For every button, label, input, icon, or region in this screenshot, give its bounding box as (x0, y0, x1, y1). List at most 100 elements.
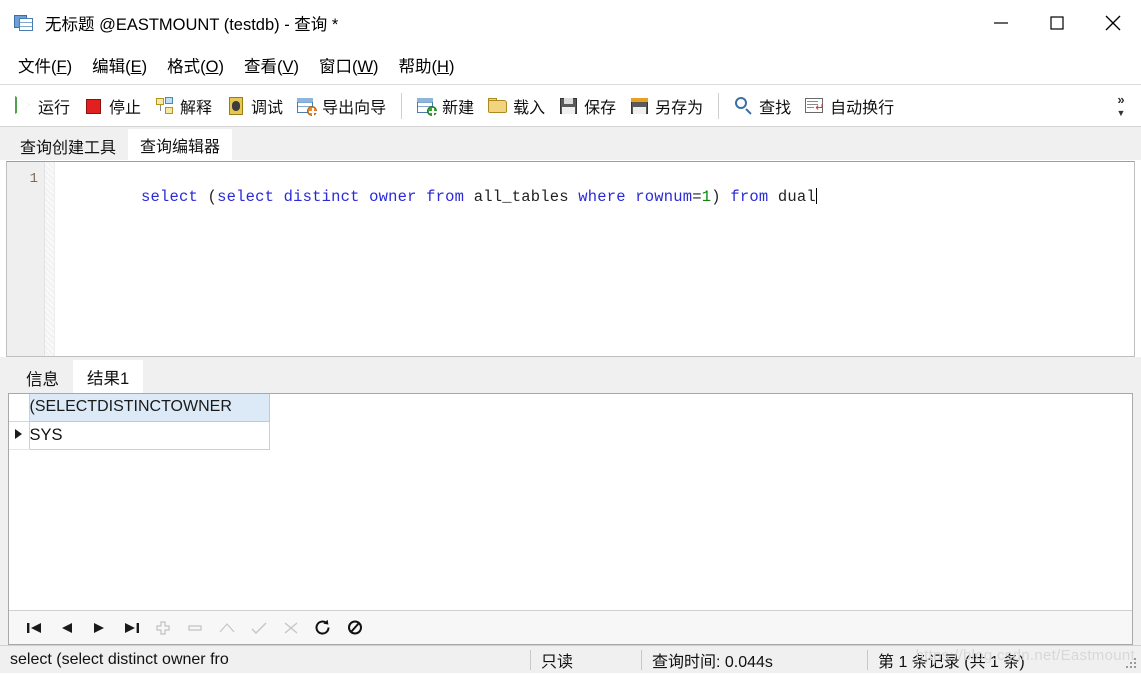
status-record-position: 第 1 条记录 (共 1 条) (878, 653, 1025, 671)
post-edit-icon[interactable] (243, 614, 275, 642)
debug-button-label: 调试 (251, 99, 284, 117)
debug-icon (226, 96, 246, 116)
next-record-icon[interactable] (83, 614, 115, 642)
editor-tab-strip: 查询创建工具 查询编辑器 (0, 127, 1141, 161)
window-title: 无标题 @EASTMOUNT (testdb) - 查询 * (45, 15, 339, 34)
export-wizard-button[interactable]: 导出向导 (290, 89, 393, 123)
edit-record-icon[interactable] (211, 614, 243, 642)
menu-format-key: O (205, 57, 219, 76)
menu-format[interactable]: 格式(O) (157, 50, 234, 80)
new-button-label: 新建 (442, 99, 475, 117)
save-as-button-label: 另存为 (655, 99, 704, 117)
search-button[interactable]: 查找 (727, 89, 798, 123)
status-query-time: 查询时间: 0.044s (652, 653, 773, 671)
sql-token: where (578, 188, 626, 206)
sql-token: all_tables (473, 188, 569, 206)
window-controls (973, 0, 1141, 45)
open-button[interactable]: 载入 (481, 89, 552, 123)
explain-button-label: 解释 (180, 99, 213, 117)
tab-sql-editor[interactable]: 查询编辑器 (128, 129, 233, 161)
word-wrap-icon: ↵ (805, 96, 825, 116)
chevron-double-right-icon: » (1117, 92, 1125, 107)
result-tab-strip: 信息 结果1 (0, 357, 1141, 393)
new-button[interactable]: 新建 (410, 89, 481, 123)
save-icon (559, 96, 579, 116)
export-wizard-button-label: 导出向导 (322, 99, 387, 117)
debug-button[interactable]: 调试 (219, 89, 290, 123)
stop-loading-icon[interactable] (339, 614, 371, 642)
result-grid-scroll[interactable]: (SELECTDISTINCTOWNER SYS (9, 394, 1132, 610)
pl-sql-developer-window: 无标题 @EASTMOUNT (testdb) - 查询 * 文件(F) 编辑(… (0, 0, 1141, 673)
save-as-icon (630, 96, 650, 116)
tab-result-1[interactable]: 结果1 (73, 360, 144, 393)
toolbar-overflow-button[interactable]: » ▼ (1107, 87, 1135, 125)
stop-button-label: 停止 (109, 99, 142, 117)
menu-help-key: H (437, 57, 449, 76)
prev-record-icon[interactable] (51, 614, 83, 642)
delete-record-icon[interactable] (179, 614, 211, 642)
word-wrap-button-label: 自动换行 (830, 99, 895, 117)
table-row[interactable]: SYS (9, 421, 270, 450)
explain-button[interactable]: 解释 (148, 89, 219, 123)
current-row-icon (9, 421, 30, 450)
tab-messages[interactable]: 信息 (12, 362, 73, 393)
menu-edit-label: 编辑 (92, 57, 126, 76)
word-wrap-button[interactable]: ↵ 自动换行 (798, 89, 901, 123)
sql-token: dual (777, 188, 816, 206)
sql-token: from (730, 188, 769, 206)
close-button[interactable] (1085, 0, 1141, 45)
sql-token: select (217, 188, 275, 206)
menu-edit[interactable]: 编辑(E) (82, 50, 157, 80)
maximize-button[interactable] (1029, 0, 1085, 45)
result-grid: (SELECTDISTINCTOWNER SYS (8, 393, 1133, 645)
main-toolbar: 运行 停止 解释 调试 导出向导 新建 载入 保存 另存为 查找 ↵ 自动换行 … (0, 85, 1141, 127)
status-readonly: 只读 (541, 653, 574, 671)
first-record-icon[interactable] (19, 614, 51, 642)
minimize-button[interactable] (973, 0, 1029, 45)
sql-code-line[interactable]: select (select distinct owner from all_t… (55, 162, 1134, 356)
menu-window[interactable]: 窗口(W) (309, 50, 389, 80)
column-header-owner[interactable]: (SELECTDISTINCTOWNER (29, 394, 270, 422)
stop-button[interactable]: 停止 (77, 89, 148, 123)
title-bar: 无标题 @EASTMOUNT (testdb) - 查询 * (0, 0, 1141, 45)
last-record-icon[interactable] (115, 614, 147, 642)
menu-edit-key: E (130, 57, 142, 76)
run-button[interactable]: 运行 (6, 89, 77, 123)
tab-result-1-label: 结果1 (87, 369, 130, 388)
cell-owner[interactable]: SYS (29, 421, 270, 450)
menu-window-label: 窗口 (318, 57, 352, 76)
save-button[interactable]: 保存 (552, 89, 623, 123)
sql-token: from (426, 188, 465, 206)
export-wizard-icon (297, 96, 318, 116)
text-caret (815, 188, 817, 204)
sql-token: 1 (701, 188, 712, 206)
sql-token: select (141, 188, 199, 206)
cancel-edit-icon[interactable] (275, 614, 307, 642)
tab-sql-editor-label: 查询编辑器 (140, 139, 221, 156)
table-header-row: (SELECTDISTINCTOWNER (9, 394, 270, 422)
menu-format-label: 格式 (167, 57, 201, 76)
tab-query-builder[interactable]: 查询创建工具 (8, 131, 129, 161)
menu-help[interactable]: 帮助(H) (389, 50, 465, 80)
menu-view[interactable]: 查看(V) (234, 50, 309, 80)
resize-grip[interactable] (1126, 658, 1138, 670)
menu-file[interactable]: 文件(F) (8, 50, 82, 80)
row-indicator-header (9, 394, 30, 422)
toolbar-separator-1 (401, 92, 403, 119)
save-as-button[interactable]: 另存为 (623, 89, 710, 123)
sql-token: = (692, 188, 702, 206)
sql-token: owner (369, 188, 417, 206)
refresh-icon[interactable] (307, 614, 339, 642)
sql-editor[interactable]: 1 select (select distinct owner from all… (6, 161, 1135, 357)
search-icon (734, 96, 754, 116)
add-record-icon[interactable] (147, 614, 179, 642)
editor-margin-strip (45, 162, 55, 356)
